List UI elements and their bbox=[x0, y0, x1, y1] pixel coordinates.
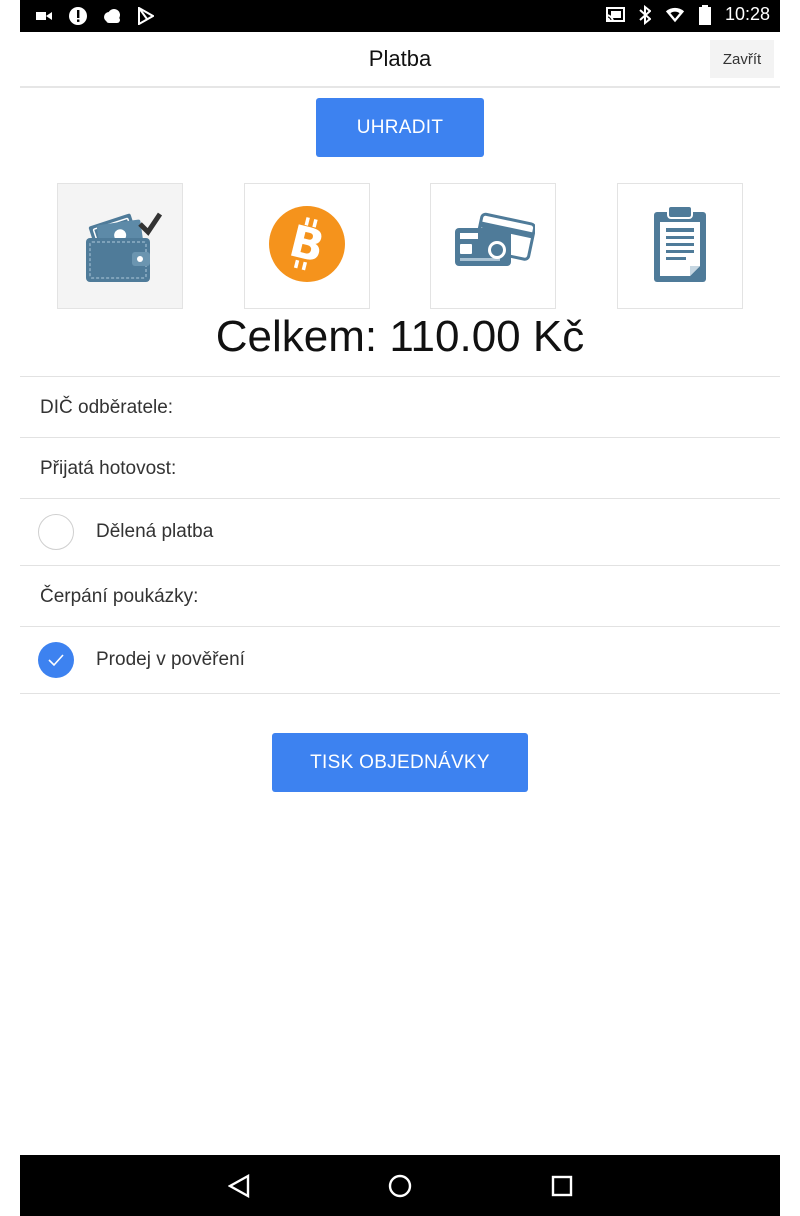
bluetooth-icon bbox=[635, 4, 655, 25]
close-button[interactable]: Zavřít bbox=[710, 40, 774, 78]
payment-method-card[interactable] bbox=[430, 183, 556, 309]
back-icon[interactable] bbox=[226, 1173, 252, 1199]
page-title: Platba bbox=[368, 46, 432, 71]
payment-method-bitcoin[interactable]: B bbox=[244, 183, 370, 309]
split-payment-row[interactable]: Dělená platba bbox=[20, 499, 780, 566]
invoice-icon bbox=[650, 204, 710, 289]
cloud-icon bbox=[102, 6, 122, 26]
wifi-icon bbox=[665, 5, 685, 25]
payment-method-invoice[interactable] bbox=[617, 183, 743, 309]
dic-label: DIČ odběratele: bbox=[40, 397, 174, 418]
payment-options-list: DIČ odběratele: Přijatá hotovost: Dělená… bbox=[20, 376, 780, 694]
consignment-checkbox[interactable] bbox=[38, 642, 74, 678]
play-store-icon bbox=[136, 6, 156, 26]
cast-icon bbox=[605, 5, 625, 25]
voucher-row[interactable]: Čerpání poukázky: bbox=[20, 566, 780, 627]
split-payment-label: Dělená platba bbox=[96, 521, 214, 542]
payment-screen: 10:28 Platba Zavřít UHRADIT B Celkem: 11… bbox=[20, 0, 780, 1216]
consignment-row[interactable]: Prodej v pověření bbox=[20, 627, 780, 694]
battery-icon bbox=[695, 4, 715, 25]
consignment-label: Prodej v pověření bbox=[96, 649, 245, 670]
voucher-label: Čerpání poukázky: bbox=[40, 586, 199, 607]
recents-icon[interactable] bbox=[549, 1173, 575, 1199]
status-time: 10:28 bbox=[724, 4, 770, 24]
home-icon[interactable] bbox=[387, 1173, 413, 1199]
bitcoin-icon: B bbox=[267, 204, 347, 289]
video-icon bbox=[34, 6, 54, 26]
status-bar: 10:28 bbox=[20, 0, 780, 32]
payment-method-cash[interactable] bbox=[57, 183, 183, 309]
dic-row[interactable]: DIČ odběratele: bbox=[20, 377, 780, 438]
cash-received-label: Přijatá hotovost: bbox=[40, 458, 177, 479]
order-total: Celkem: 110.00 Kč bbox=[215, 312, 585, 361]
split-payment-checkbox[interactable] bbox=[38, 514, 74, 550]
header: Platba Zavřít bbox=[20, 32, 780, 88]
checkmark-icon bbox=[48, 654, 64, 667]
alert-icon bbox=[68, 6, 88, 26]
card-icon bbox=[451, 212, 537, 281]
print-order-button[interactable]: TISK OBJEDNÁVKY bbox=[272, 733, 528, 792]
pay-button[interactable]: UHRADIT bbox=[316, 98, 484, 157]
cash-received-row[interactable]: Přijatá hotovost: bbox=[20, 438, 780, 499]
navigation-bar bbox=[20, 1155, 780, 1216]
wallet-icon bbox=[78, 204, 163, 289]
